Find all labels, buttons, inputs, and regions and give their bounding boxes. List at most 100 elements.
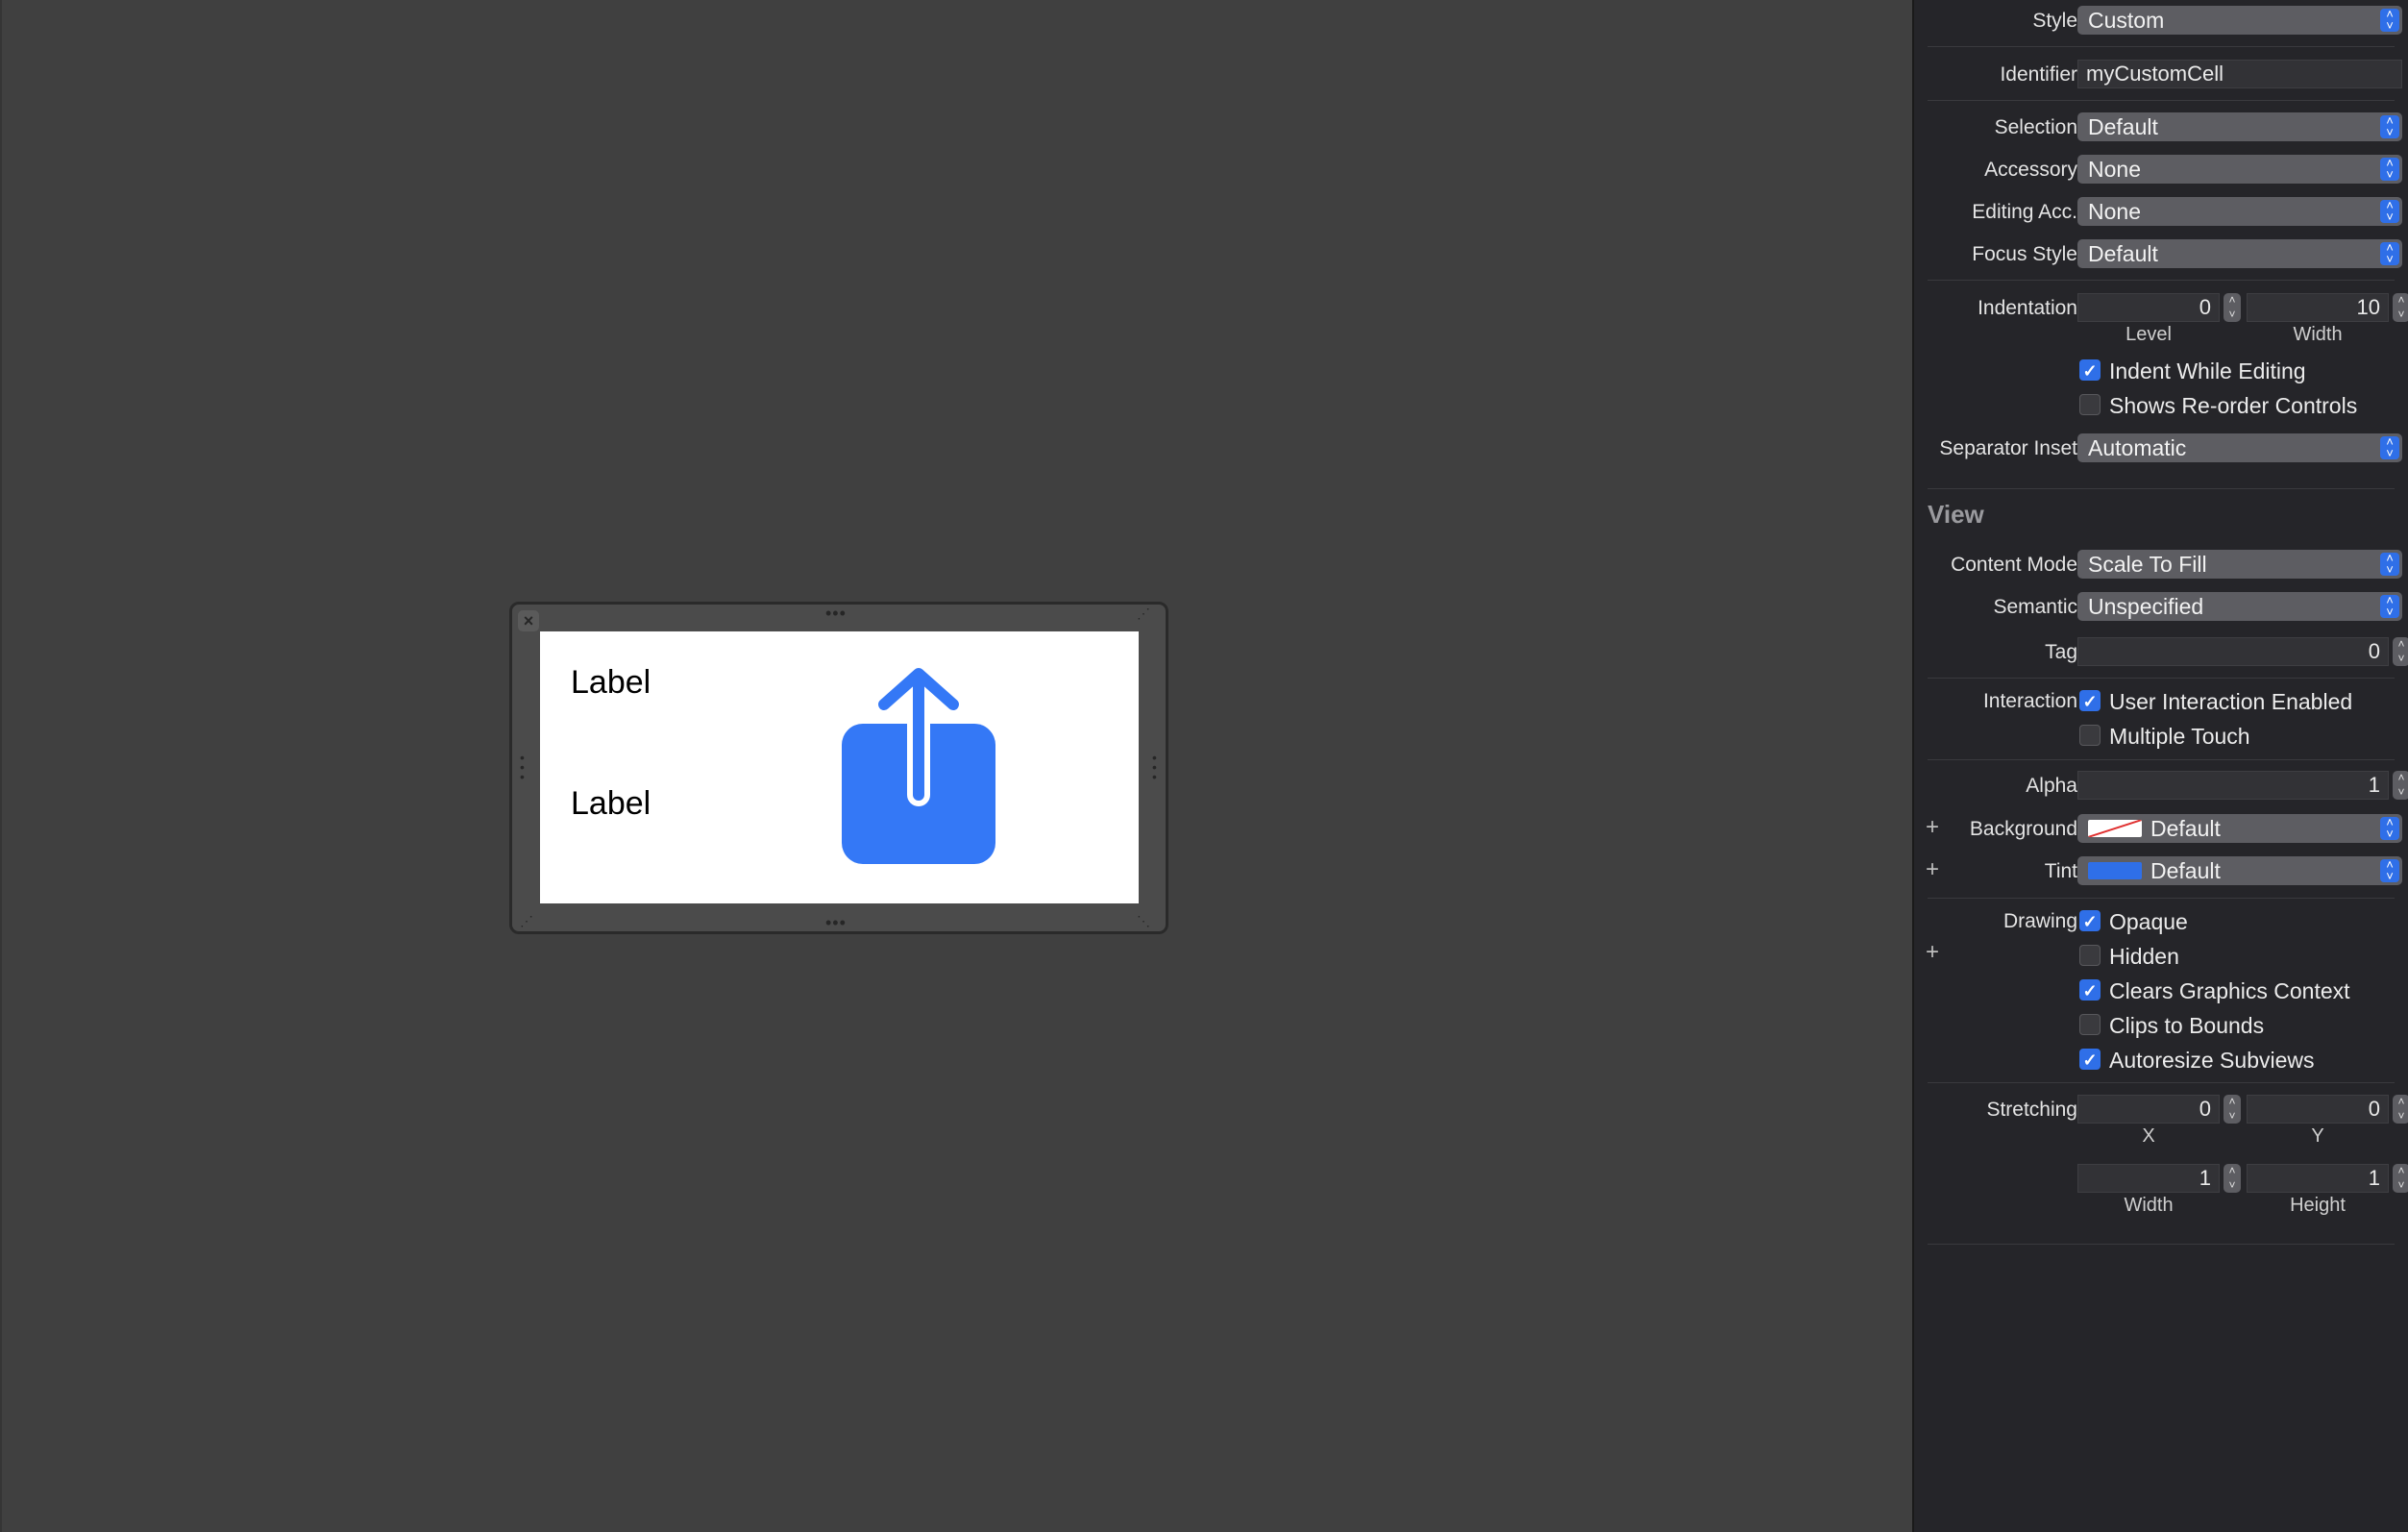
autoresize-subviews-label: Autoresize Subviews <box>2109 1048 2315 1073</box>
indentation-level-field[interactable]: 0 <box>2077 293 2220 322</box>
close-icon[interactable]: × <box>518 610 539 631</box>
clears-graphics-context-checkbox[interactable]: ✓ <box>2079 979 2101 1001</box>
accessory-label: Accessory <box>1984 159 2077 181</box>
divider <box>1928 46 2395 47</box>
storyboard-canvas[interactable]: × ••• ••• • • • • • • ⋰ ⋰ ⋱ Label Label <box>0 0 1912 1532</box>
chevron-up-down-icon: ˄ ˅ <box>2380 552 2399 576</box>
bottom-left-resize-handle[interactable]: ⋰ <box>520 914 534 927</box>
indentation-label: Indentation <box>1978 297 2077 319</box>
separator-inset-value: Automatic <box>2088 435 2187 460</box>
semantic-value: Unspecified <box>2088 594 2204 619</box>
autoresize-subviews-checkbox[interactable]: ✓ <box>2079 1049 2101 1070</box>
focus-style-popup[interactable]: Default ˄ ˅ <box>2077 239 2402 268</box>
stretching-label: Stretching <box>1986 1099 2077 1121</box>
top-right-resize-handle[interactable]: ⋰ <box>1137 606 1151 620</box>
identifier-field[interactable]: myCustomCell <box>2077 60 2402 88</box>
user-interaction-enabled-checkbox[interactable]: ✓ <box>2079 690 2101 711</box>
indent-while-editing-checkbox[interactable]: ✓ <box>2079 359 2101 381</box>
table-view-cell-frame[interactable]: × ••• ••• • • • • • • ⋰ ⋰ ⋱ Label Label <box>509 602 1168 934</box>
add-variation-icon[interactable]: + <box>1926 814 1939 841</box>
bottom-right-resize-handle[interactable]: ⋱ <box>1137 914 1151 927</box>
multiple-touch-checkbox[interactable] <box>2079 725 2101 746</box>
shows-reorder-checkbox[interactable] <box>2079 394 2101 415</box>
identifier-label: Identifier <box>2000 63 2077 86</box>
clears-graphics-context-label: Clears Graphics Context <box>2109 978 2350 1003</box>
focus-style-label: Focus Style <box>1972 243 2077 265</box>
clips-to-bounds-checkbox[interactable] <box>2079 1014 2101 1035</box>
divider <box>1928 1244 2395 1245</box>
indentation-width-stepper[interactable]: ˄ ˅ <box>2393 293 2408 322</box>
separator-inset-label: Separator Inset <box>1939 437 2077 459</box>
cell-label-bottom[interactable]: Label <box>571 785 651 823</box>
stretching-width-caption: Width <box>2124 1195 2174 1216</box>
divider <box>1928 488 2395 489</box>
no-color-swatch-icon <box>2088 820 2142 837</box>
stretching-x-caption: X <box>2142 1125 2155 1147</box>
content-mode-label: Content Mode <box>1951 554 2077 576</box>
hidden-checkbox[interactable] <box>2079 945 2101 966</box>
chevron-up-down-icon: ˄ ˅ <box>2380 157 2399 181</box>
right-resize-handle[interactable]: • • • <box>1152 751 1160 783</box>
accessory-popup[interactable]: None ˄ ˅ <box>2077 155 2402 184</box>
cell-label-top[interactable]: Label <box>571 664 651 702</box>
interaction-label: Interaction <box>1982 690 2077 712</box>
stretching-height-caption: Height <box>2290 1195 2346 1216</box>
stretching-x-field[interactable]: 0 <box>2077 1095 2220 1124</box>
tag-label: Tag <box>2045 641 2077 663</box>
selection-label: Selection <box>1994 116 2077 138</box>
stretching-height-field[interactable]: 1 <box>2247 1164 2389 1193</box>
tint-color-swatch <box>2088 862 2142 879</box>
background-popup[interactable]: Default ˄ ˅ <box>2077 814 2402 843</box>
chevron-up-down-icon: ˄ ˅ <box>2380 594 2399 618</box>
tint-popup[interactable]: Default ˄ ˅ <box>2077 856 2402 885</box>
selection-popup[interactable]: Default ˄ ˅ <box>2077 112 2402 141</box>
divider <box>1928 898 2395 899</box>
divider <box>1928 280 2395 281</box>
stretching-width-stepper[interactable]: ˄ ˅ <box>2224 1164 2241 1193</box>
divider <box>1928 1082 2395 1083</box>
focus-style-value: Default <box>2088 241 2158 266</box>
indentation-width-field[interactable]: 10 <box>2247 293 2389 322</box>
tag-stepper[interactable]: ˄ ˅ <box>2393 637 2408 666</box>
indentation-width-caption: Width <box>2293 324 2343 345</box>
opaque-label: Opaque <box>2109 909 2188 934</box>
stretching-y-field[interactable]: 0 <box>2247 1095 2389 1124</box>
accessory-value: None <box>2088 157 2141 182</box>
editing-accessory-popup[interactable]: None ˄ ˅ <box>2077 197 2402 226</box>
background-value: Default <box>2150 816 2221 841</box>
left-resize-handle[interactable]: • • • <box>520 751 528 783</box>
alpha-field[interactable]: 1 <box>2077 771 2389 800</box>
cell-content-view[interactable]: Label Label <box>540 631 1139 903</box>
top-resize-handle[interactable]: ••• <box>825 605 847 622</box>
stretching-y-caption: Y <box>2311 1125 2324 1147</box>
share-icon[interactable] <box>840 668 997 868</box>
user-interaction-enabled-label: User Interaction Enabled <box>2109 689 2353 714</box>
content-mode-value: Scale To Fill <box>2088 552 2207 577</box>
chevron-up-down-icon: ˄ ˅ <box>2380 114 2399 138</box>
indentation-level-stepper[interactable]: ˄ ˅ <box>2224 293 2241 322</box>
indentation-level-caption: Level <box>2125 324 2172 345</box>
add-variation-icon[interactable]: + <box>1926 856 1939 883</box>
hidden-label: Hidden <box>2109 944 2179 969</box>
semantic-popup[interactable]: Unspecified ˄ ˅ <box>2077 592 2402 621</box>
chevron-up-down-icon: ˄ ˅ <box>2380 241 2399 265</box>
shows-reorder-label: Shows Re-order Controls <box>2109 393 2358 418</box>
semantic-label: Semantic <box>1993 596 2077 618</box>
add-variation-icon[interactable]: + <box>1926 939 1939 966</box>
stretching-height-stepper[interactable]: ˄ ˅ <box>2393 1164 2408 1193</box>
stretching-y-stepper[interactable]: ˄ ˅ <box>2393 1095 2408 1124</box>
tint-label: Tint <box>2044 860 2077 882</box>
alpha-label: Alpha <box>2026 775 2077 797</box>
style-popup[interactable]: Custom ˄ ˅ <box>2077 6 2402 35</box>
stretching-width-field[interactable]: 1 <box>2077 1164 2220 1193</box>
tag-field[interactable]: 0 <box>2077 637 2389 666</box>
alpha-stepper[interactable]: ˄ ˅ <box>2393 771 2408 800</box>
content-mode-popup[interactable]: Scale To Fill ˄ ˅ <box>2077 550 2402 579</box>
multiple-touch-label: Multiple Touch <box>2109 724 2250 749</box>
clips-to-bounds-label: Clips to Bounds <box>2109 1013 2265 1038</box>
bottom-resize-handle[interactable]: ••• <box>825 914 847 931</box>
separator-inset-popup[interactable]: Automatic ˄ ˅ <box>2077 433 2402 462</box>
stretching-x-stepper[interactable]: ˄ ˅ <box>2224 1095 2241 1124</box>
chevron-up-down-icon: ˄ ˅ <box>2380 199 2399 223</box>
opaque-checkbox[interactable]: ✓ <box>2079 910 2101 931</box>
